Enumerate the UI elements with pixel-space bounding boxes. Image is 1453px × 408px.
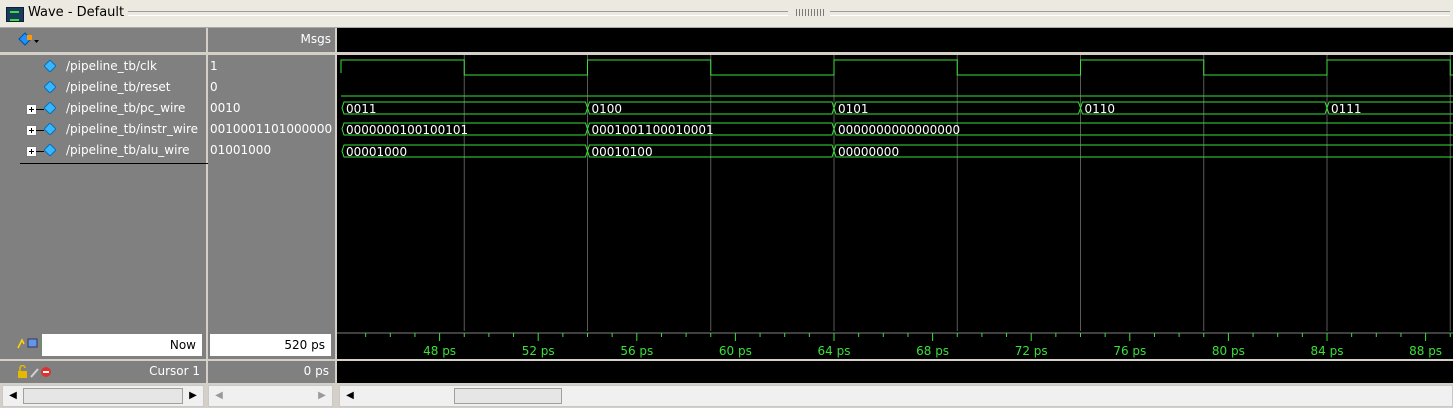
titlebar-drag-grip[interactable] xyxy=(796,9,824,16)
signal-value: 1 xyxy=(210,59,218,73)
pc-wire-value-label: 0111 xyxy=(1331,102,1362,116)
signal-diamond-icon xyxy=(44,102,56,114)
wave-scroll-left-icon[interactable]: ◀ xyxy=(342,388,358,404)
value-column-header: Msgs xyxy=(208,28,337,52)
alu-wire-segment xyxy=(833,144,1453,158)
cursor-wave-strip[interactable] xyxy=(337,361,1453,383)
ruler-tick-label: 72 ps xyxy=(1015,344,1048,358)
cursor-value-cell: 0 ps xyxy=(208,361,337,383)
ruler-tick-label: 76 ps xyxy=(1113,344,1146,358)
tree-connector xyxy=(36,130,44,131)
wave-scroll-thumb[interactable] xyxy=(454,388,562,404)
add-signal-icon[interactable] xyxy=(18,32,40,48)
values-scroll-right-icon[interactable]: ▶ xyxy=(314,388,330,404)
signal-value: 0010001101000000 xyxy=(210,122,333,136)
signal-diamond-icon xyxy=(44,60,56,72)
alu-wire-value-label: 00000000 xyxy=(838,145,899,159)
msgs-label: Msgs xyxy=(300,32,331,46)
signal-diamond-icon xyxy=(44,144,56,156)
now-value: 520 ps xyxy=(284,338,325,352)
instr-wire-value-label: 0000000000000000 xyxy=(838,123,960,137)
signal-name[interactable]: /pipeline_tb/clk xyxy=(66,59,157,73)
ruler-tick-label: 84 ps xyxy=(1311,344,1344,358)
alu-wire-value-label: 00010100 xyxy=(592,145,653,159)
cursor-icons[interactable] xyxy=(16,365,56,379)
signal-value: 0 xyxy=(210,80,218,94)
instr-wire-value-label: 0000000100100101 xyxy=(346,123,468,137)
signal-value: 01001000 xyxy=(210,143,272,157)
scroll-right-icon[interactable]: ▶ xyxy=(185,388,201,404)
ruler-tick-label: 68 ps xyxy=(916,344,949,358)
cursor-label: Cursor 1 xyxy=(149,364,200,378)
cursor-value: 0 ps xyxy=(303,364,329,378)
ruler-tick-label: 56 ps xyxy=(620,344,653,358)
values-scrollbar[interactable]: ◀ ▶ xyxy=(208,385,333,407)
ruler-tick-label: 48 ps xyxy=(423,344,456,358)
clk-waveform xyxy=(340,59,1453,76)
instr-wire-value-label: 0001001100010001 xyxy=(592,123,714,137)
window-titlebar: Wave - Default xyxy=(0,0,1453,28)
waveform-pane[interactable]: 0011 0100 0101 0110 0111 0000000100100101 0001… xyxy=(337,53,1453,332)
names-scrollbar[interactable]: ◀ ▶ xyxy=(2,385,204,407)
ruler-tick-label: 80 ps xyxy=(1212,344,1245,358)
wave-window-icon xyxy=(6,7,24,22)
names-scroll-thumb[interactable] xyxy=(23,388,183,404)
titlebar-groove-right xyxy=(830,11,1450,16)
signal-name-header xyxy=(0,28,208,52)
pc-wire-value-label: 0100 xyxy=(592,102,623,116)
ruler-tick-label: 60 ps xyxy=(719,344,752,358)
signal-name[interactable]: /pipeline_tb/alu_wire xyxy=(66,143,190,157)
signal-diamond-icon xyxy=(44,123,56,135)
timeline-ruler[interactable]: 48 ps 52 ps 56 ps 60 ps 64 ps 68 ps 72 ps 76 ps… xyxy=(337,331,1453,359)
signal-row[interactable]: /pipeline_tb/reset xyxy=(0,78,206,98)
signal-name[interactable]: /pipeline_tb/reset xyxy=(66,80,170,94)
signal-row[interactable]: /pipeline_tb/pc_wire xyxy=(0,99,206,119)
ruler-tick-label: 64 ps xyxy=(818,344,851,358)
waveform-canvas[interactable]: 0011 0100 0101 0110 0111 0000000100100101 0001… xyxy=(337,55,1453,332)
signal-row[interactable]: /pipeline_tb/alu_wire xyxy=(0,141,206,161)
tree-connector xyxy=(36,109,44,110)
timeline-ruler-canvas[interactable]: 48 ps 52 ps 56 ps 60 ps 64 ps 68 ps 72 ps 76 ps… xyxy=(337,331,1453,359)
pc-wire-value-label: 0101 xyxy=(838,102,869,116)
wave-header-strip xyxy=(337,28,1453,52)
signal-diamond-icon xyxy=(44,81,56,93)
alu-wire-value-label: 00001000 xyxy=(346,145,407,159)
now-label: Now xyxy=(169,338,196,352)
titlebar-groove-left xyxy=(128,11,788,16)
window-title: Wave - Default xyxy=(28,5,125,20)
pc-wire-value-label: 0110 xyxy=(1085,102,1116,116)
ruler-tick-label: 52 ps xyxy=(522,344,555,358)
signal-value: 0010 xyxy=(210,101,241,115)
scroll-left-icon[interactable]: ◀ xyxy=(5,388,21,404)
pc-wire-value-label: 0011 xyxy=(346,102,377,116)
signal-row[interactable]: /pipeline_tb/instr_wire xyxy=(0,120,206,140)
values-scroll-left-icon[interactable]: ◀ xyxy=(211,388,227,404)
signal-name[interactable]: /pipeline_tb/pc_wire xyxy=(66,101,185,115)
signal-names-pane: /pipeline_tb/clk/pipeline_tb/reset/pipel… xyxy=(0,53,328,332)
ruler-tick-label: 88 ps xyxy=(1409,344,1442,358)
wave-scrollbar[interactable]: ◀ xyxy=(339,385,1453,407)
now-value-box: 520 ps xyxy=(210,334,331,356)
now-value-cell: 520 ps xyxy=(208,331,337,359)
signal-row[interactable]: /pipeline_tb/clk xyxy=(0,57,206,77)
signal-name[interactable]: /pipeline_tb/instr_wire xyxy=(66,122,198,136)
now-label-box: Now xyxy=(42,334,202,356)
signal-values-pane: 1 0 0010 0010001101000000 01001000 xyxy=(208,53,337,332)
now-name-cell: Now xyxy=(0,331,208,359)
cursor-name-cell: Cursor 1 xyxy=(0,361,208,383)
tree-connector xyxy=(36,151,44,152)
